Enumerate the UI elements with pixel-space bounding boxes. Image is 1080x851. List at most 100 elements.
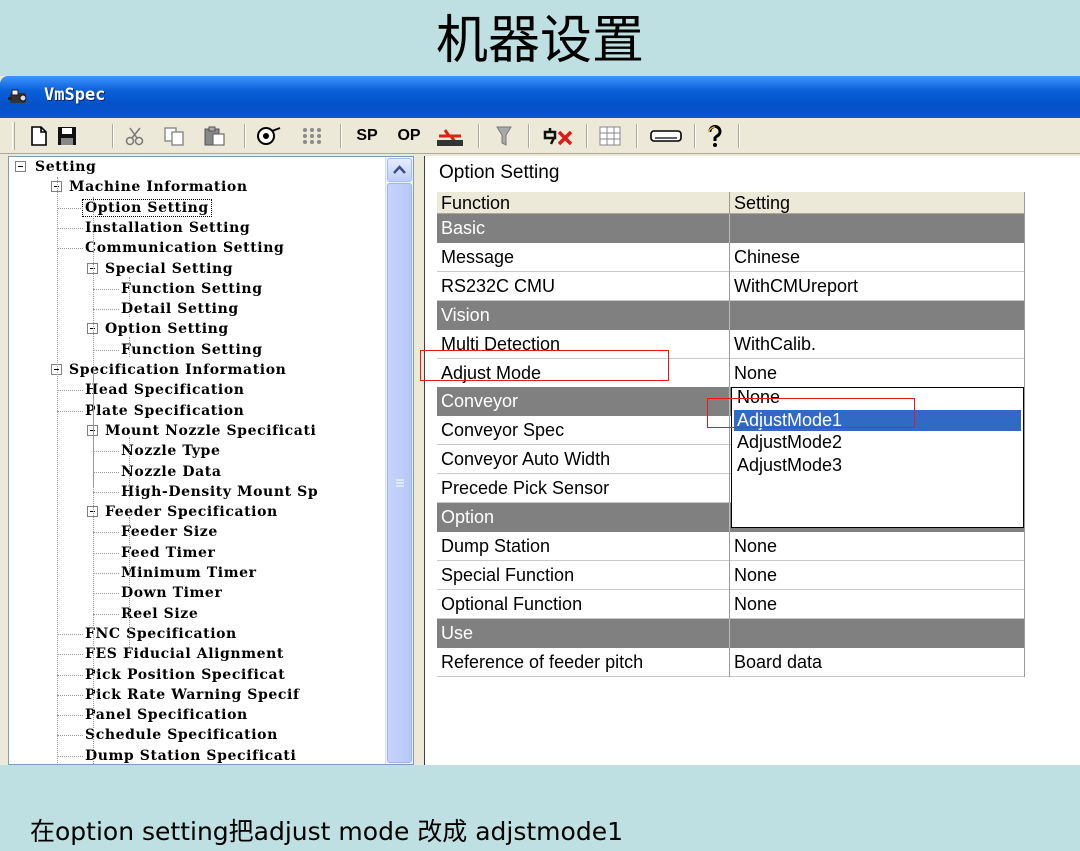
tree-connector (57, 390, 83, 392)
pane-splitter[interactable] (414, 156, 424, 765)
scroll-thumb[interactable] (387, 183, 412, 763)
tree-scrollbar[interactable] (385, 157, 413, 764)
tree-item[interactable]: Dump Station Specificati (83, 746, 298, 764)
settings-tree: Setting Machine Information Option Setting… (8, 156, 414, 765)
tree-connector (57, 735, 83, 737)
function-cell: Reference of feeder pitch (437, 647, 730, 677)
tree-item-label: Reel Size (121, 605, 199, 622)
filter-icon[interactable] (488, 122, 520, 150)
setting-cell[interactable]: WithCalib. (730, 329, 1025, 359)
setting-cell[interactable]: WithCMUreport (730, 271, 1025, 301)
tree-item-label: Function Setting (121, 341, 263, 358)
slide-caption: 在option setting把adjust mode 改成 adjstmode… (30, 817, 623, 846)
op-button[interactable]: OP (392, 122, 426, 150)
dropdown-option[interactable]: AdjustMode2 (734, 432, 1021, 453)
grid-row[interactable]: Message Chinese (437, 242, 1025, 272)
setting-cell[interactable]: None (730, 358, 1025, 388)
tree-item[interactable]: Mount Nozzle Specificati (103, 421, 318, 441)
tree-item-label: Feeder Size (121, 524, 218, 541)
tree-item-label: Communication Setting (85, 240, 285, 257)
window-title: VmSpec (44, 85, 106, 105)
tree-item[interactable]: Option Setting (82, 198, 212, 218)
column-header-function[interactable]: Function (437, 192, 730, 214)
grid-row[interactable]: Special Function None (437, 560, 1025, 590)
tree-connector (93, 573, 119, 574)
tree-item-label: Specification Information (69, 362, 287, 378)
help-icon[interactable] (702, 122, 728, 150)
sp-button[interactable]: SP (350, 122, 384, 150)
tree-item[interactable]: FES Fiducial Alignment (83, 644, 286, 664)
tree-item[interactable]: Reel Size (119, 604, 200, 624)
setting-cell[interactable]: Board data (730, 647, 1025, 677)
tree-item[interactable]: Detail Setting (119, 299, 241, 319)
tree-connector (93, 349, 119, 351)
tree-item[interactable]: Option Setting (103, 319, 231, 339)
grid-row[interactable]: Dump Station None (437, 531, 1025, 561)
grid-row[interactable]: Optional Function None (437, 589, 1025, 619)
panel-icon[interactable] (646, 122, 686, 150)
tree-item[interactable]: Feeder Size (119, 522, 220, 542)
tree-item[interactable]: Panel Specification (83, 705, 250, 725)
function-cell: Conveyor (437, 387, 730, 417)
tree-item[interactable]: Nozzle Data (119, 462, 224, 482)
function-cell: Message (437, 242, 730, 272)
tree-item[interactable]: Nozzle Type (119, 441, 222, 461)
copy-icon[interactable] (160, 122, 190, 150)
tree-item[interactable]: Function Setting (119, 279, 265, 299)
tree-connector (93, 371, 94, 764)
tree-item-label: Option Setting (82, 198, 212, 217)
tree-item[interactable]: High-Density Mount Sp (119, 482, 320, 502)
tree-item[interactable]: Plate Specification (83, 401, 246, 421)
paste-icon[interactable] (200, 122, 230, 150)
app-icon (8, 88, 30, 106)
dropdown-option[interactable]: AdjustMode3 (734, 455, 1021, 476)
tree-connector (93, 593, 119, 595)
tree-item-label: Minimum Timer (121, 565, 257, 581)
tree-connector (129, 437, 130, 497)
tree-item[interactable]: Minimum Timer (119, 563, 259, 583)
setting-cell[interactable]: None (730, 560, 1025, 590)
table-icon[interactable] (594, 122, 626, 150)
grid-row[interactable]: Reference of feeder pitch Board data (437, 647, 1025, 677)
function-cell: Dump Station (437, 531, 730, 561)
tree-item[interactable]: Function Setting (119, 340, 265, 360)
tree-item-label: Special Setting (105, 260, 234, 277)
reel-icon[interactable] (254, 122, 284, 150)
tree-item-label: FES Fiducial Alignment (85, 646, 284, 663)
tree-item[interactable]: Pick Position Specificat (83, 665, 287, 685)
setting-cell[interactable]: None (730, 589, 1025, 619)
setting-cell[interactable]: Chinese (730, 242, 1025, 272)
tree-item-label: Dump Station Specificati (85, 747, 297, 764)
grid-dots-icon[interactable] (298, 122, 330, 150)
tree-connector (93, 613, 119, 615)
new-file-icon[interactable] (26, 122, 52, 150)
title-bar[interactable]: VmSpec (0, 76, 1080, 118)
tree-connector (93, 309, 119, 311)
transfer-icon[interactable] (432, 122, 468, 150)
grid-row[interactable]: RS232C CMU WithCMUreport (437, 271, 1025, 301)
scroll-up-button[interactable] (387, 158, 412, 182)
cut-icon[interactable] (120, 122, 150, 150)
delete-machine-icon[interactable] (538, 122, 578, 150)
setting-cell (730, 618, 1025, 648)
tree-item[interactable]: Machine Information (67, 177, 250, 197)
setting-cell[interactable]: None (730, 531, 1025, 561)
tree-item[interactable]: Communication Setting (83, 238, 286, 258)
save-icon[interactable] (54, 122, 80, 150)
tree-item[interactable]: Specification Information (67, 360, 288, 380)
grid-section-row: Vision (437, 300, 1025, 330)
tree-item[interactable]: Special Setting (103, 259, 235, 279)
tree-item[interactable]: FNC Specification (83, 624, 239, 644)
toolbar-grip[interactable] (12, 122, 15, 150)
tree-item[interactable]: Feed Timer (119, 543, 217, 563)
collapse-toggle-icon[interactable] (15, 161, 26, 172)
tree-item[interactable]: Head Specification (83, 380, 247, 400)
tree-item[interactable]: Down Timer (119, 583, 224, 603)
tree-item[interactable]: Schedule Specification (83, 725, 280, 745)
tree-connector (57, 633, 83, 635)
tree-item-label: Head Specification (85, 382, 245, 399)
tree-item[interactable]: Installation Setting (83, 218, 252, 238)
column-header-setting[interactable]: Setting (730, 192, 1025, 214)
tree-item[interactable]: Setting (33, 157, 98, 177)
tree-item[interactable]: Pick Rate Warning Specif (83, 685, 302, 705)
